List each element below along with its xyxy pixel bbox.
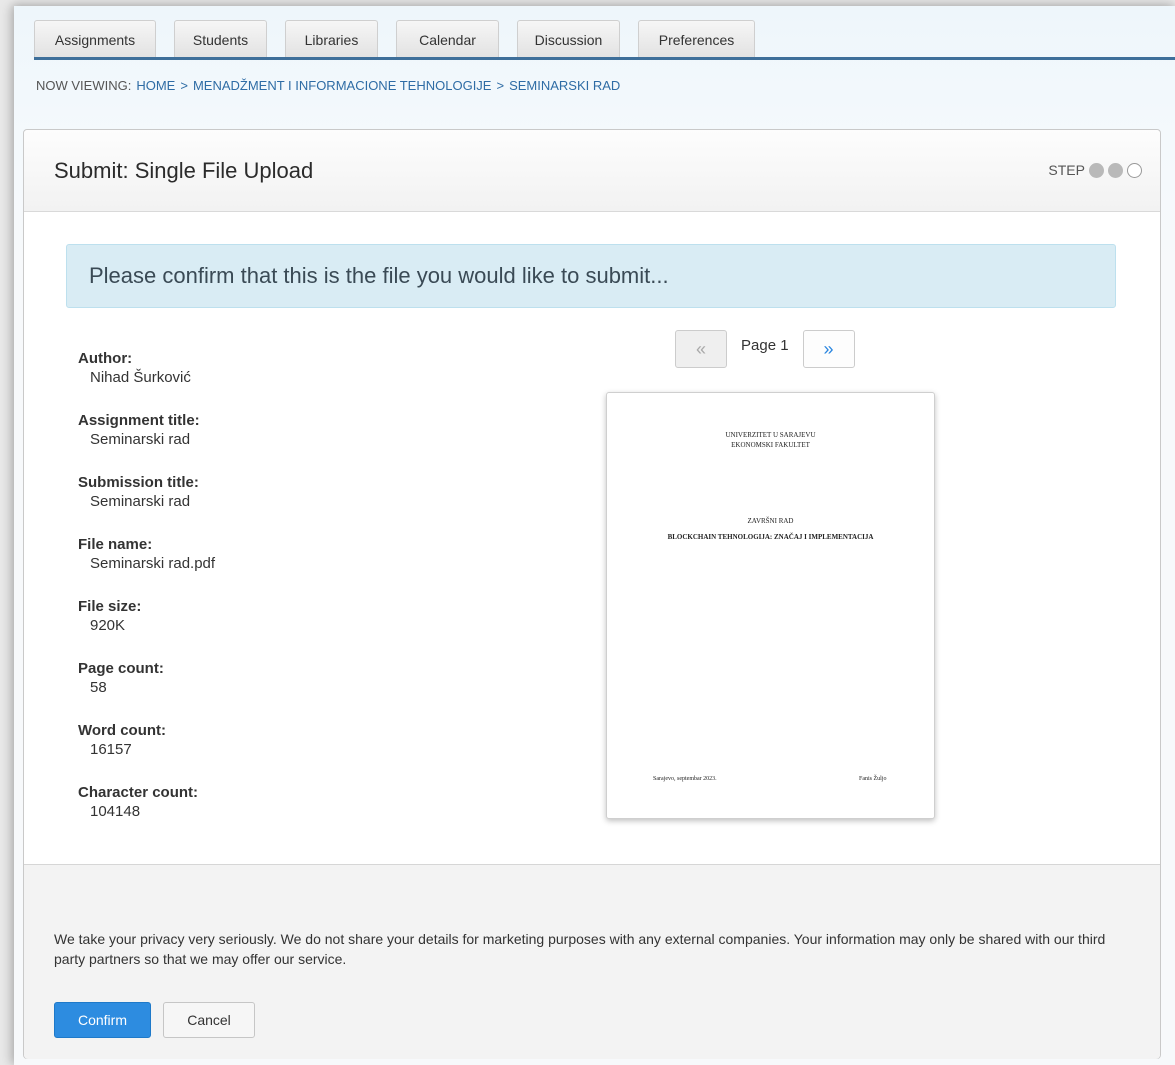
tab-discussion[interactable]: Discussion <box>517 20 620 58</box>
page-indicator: Page 1 <box>741 336 789 354</box>
document-preview: UNIVERZITET U SARAJEVU EKONOMSKI FAKULTE… <box>606 392 935 819</box>
detail-value: 104148 <box>90 803 141 820</box>
detail-value: Seminarski rad <box>90 493 191 510</box>
detail-label: Character count: <box>78 784 199 801</box>
detail-label: Word count: <box>78 722 167 739</box>
detail-file-size: File size: 920K <box>78 598 498 660</box>
preview-faculty: EKONOMSKI FAKULTET <box>731 441 810 449</box>
main-tabs: Assignments Students Libraries Calendar … <box>34 20 755 58</box>
detail-label: Page count: <box>78 660 164 677</box>
breadcrumb-current-link[interactable]: SEMINARSKI RAD <box>509 78 620 93</box>
confirm-notice: Please confirm that this is the file you… <box>66 244 1116 308</box>
step-dot-pending-icon <box>1127 162 1142 178</box>
privacy-notice: We take your privacy very seriously. We … <box>54 931 1106 967</box>
detail-word-count: Word count: 16157 <box>78 722 498 784</box>
preview-author: Fanis Žuljo <box>859 776 887 782</box>
page-pager: « Page 1 » <box>675 330 855 368</box>
breadcrumb-course-link[interactable]: MENADŽMENT I INFORMACIONE TEHNOLOGIJE <box>193 78 492 93</box>
tab-underline <box>34 57 1175 60</box>
step-indicator: STEP <box>1048 162 1142 178</box>
detail-author: Author: Nihad Šurković <box>78 350 498 412</box>
detail-assignment-title: Assignment title: Seminarski rad <box>78 412 498 474</box>
detail-label: Submission title: <box>78 474 199 491</box>
detail-label: File size: <box>78 598 142 615</box>
tab-students[interactable]: Students <box>174 20 267 58</box>
detail-submission-title: Submission title: Seminarski rad <box>78 474 498 536</box>
detail-label: Assignment title: <box>78 412 200 429</box>
preview-place-date: Sarajevo, septembar 2023. <box>653 776 717 782</box>
preview-doc-type: ZAVRŠNI RAD <box>747 517 794 525</box>
submission-panel: Submit: Single File Upload STEP Please c… <box>23 129 1161 1059</box>
step-dot-current-icon <box>1108 162 1123 178</box>
tab-preferences[interactable]: Preferences <box>638 20 755 58</box>
confirm-button[interactable]: Confirm <box>54 1002 151 1038</box>
detail-label: File name: <box>78 536 153 553</box>
breadcrumb-separator: > <box>496 78 505 93</box>
detail-page-count: Page count: 58 <box>78 660 498 722</box>
previous-page-button[interactable]: « <box>675 330 727 368</box>
breadcrumb-label: NOW VIEWING: <box>36 78 132 93</box>
file-details: Author: Nihad Šurković Assignment title:… <box>78 350 498 846</box>
panel-footer: We take your privacy very seriously. We … <box>24 864 1160 1059</box>
detail-value: Nihad Šurković <box>90 369 191 386</box>
detail-file-name: File name: Seminarski rad.pdf <box>78 536 498 598</box>
cancel-button[interactable]: Cancel <box>163 1002 255 1038</box>
tab-calendar[interactable]: Calendar <box>396 20 499 58</box>
detail-value: Seminarski rad.pdf <box>90 555 216 572</box>
detail-label: Author: <box>78 350 133 367</box>
detail-value: Seminarski rad <box>90 431 191 448</box>
breadcrumb-separator: > <box>180 78 188 93</box>
detail-character-count: Character count: 104148 <box>78 784 498 846</box>
detail-value: 16157 <box>90 741 132 758</box>
step-label: STEP <box>1048 162 1085 178</box>
preview-doc-title: BLOCKCHAIN TEHNOLOGIJA: ZNAČAJ I IMPLEME… <box>667 533 874 541</box>
detail-value: 58 <box>90 679 107 696</box>
detail-value: 920K <box>90 617 126 634</box>
step-dot-complete-icon <box>1089 162 1104 178</box>
next-page-button[interactable]: » <box>802 330 855 368</box>
tab-assignments[interactable]: Assignments <box>34 20 156 58</box>
panel-header: Submit: Single File Upload STEP <box>24 130 1160 212</box>
tab-libraries[interactable]: Libraries <box>285 20 378 58</box>
preview-university: UNIVERZITET U SARAJEVU <box>725 431 816 439</box>
breadcrumb-home-link[interactable]: HOME <box>136 78 175 93</box>
breadcrumb: NOW VIEWING: HOME > MENADŽMENT I INFORMA… <box>36 78 620 93</box>
page-title: Submit: Single File Upload <box>54 158 314 183</box>
